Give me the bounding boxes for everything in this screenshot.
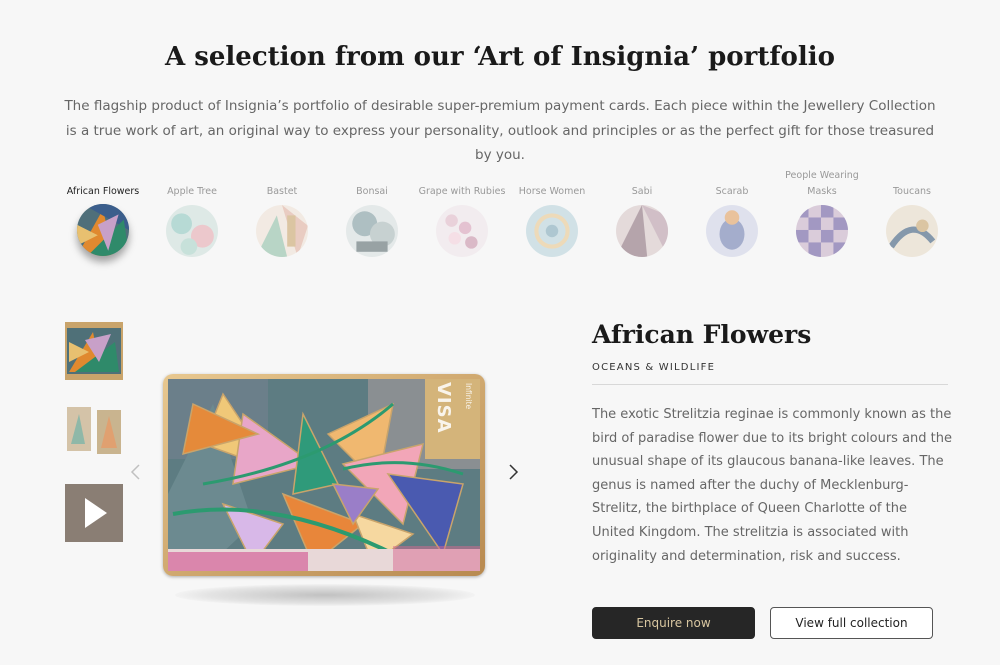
card-tier: Infinite bbox=[464, 383, 473, 410]
swatch-bastet[interactable]: Bastet bbox=[237, 160, 327, 270]
grape-with-rubies-thumbnail bbox=[436, 205, 488, 257]
swatch-label: Grape with Rubies bbox=[418, 186, 506, 197]
swatch-grape-with-rubies[interactable]: Grape with Rubies bbox=[417, 160, 507, 270]
chevron-right-icon[interactable] bbox=[503, 462, 523, 482]
collection-selector: African Flowers Apple Tree Bastet Bonsai… bbox=[58, 160, 958, 270]
swatch-label: Bastet bbox=[266, 186, 298, 197]
swatch-horse-women[interactable]: Horse Women bbox=[507, 160, 597, 270]
toucans-thumbnail bbox=[886, 205, 938, 257]
page-title: A selection from our ‘Art of Insignia’ p… bbox=[165, 42, 835, 72]
swatch-label: Sabi bbox=[631, 186, 653, 197]
swatch-label: African Flowers bbox=[66, 186, 140, 197]
swatch-toucans[interactable]: Toucans bbox=[867, 160, 957, 270]
view-collection-button[interactable]: View full collection bbox=[770, 607, 933, 639]
visa-logo: VISA bbox=[433, 382, 454, 434]
chevron-left-icon[interactable] bbox=[126, 462, 146, 482]
swatch-scarab[interactable]: Scarab bbox=[687, 160, 777, 270]
people-wearing-masks-thumbnail bbox=[796, 205, 848, 257]
divider bbox=[592, 384, 948, 385]
swatch-label: Scarab bbox=[715, 186, 749, 197]
bastet-thumbnail bbox=[256, 205, 308, 257]
swatch-label: Bonsai bbox=[356, 186, 388, 197]
swatch-label: People Wearing Masks bbox=[785, 170, 859, 197]
scarab-thumbnail bbox=[706, 205, 758, 257]
african-flowers-thumbnail bbox=[77, 204, 129, 256]
product-title: African Flowers bbox=[592, 320, 812, 349]
gallery-thumb-video[interactable] bbox=[65, 484, 123, 542]
gallery-thumb-card-front[interactable] bbox=[65, 322, 123, 380]
horse-women-thumbnail bbox=[526, 205, 578, 257]
gallery-thumb-card-pair[interactable] bbox=[65, 404, 123, 462]
swatch-label: Horse Women bbox=[518, 186, 586, 197]
card-shadow bbox=[175, 584, 475, 606]
apple-tree-thumbnail bbox=[166, 205, 218, 257]
swatch-label: Toucans bbox=[892, 186, 932, 197]
swatch-sabi[interactable]: Sabi bbox=[597, 160, 687, 270]
swatch-label: Apple Tree bbox=[167, 186, 217, 197]
sabi-thumbnail bbox=[616, 205, 668, 257]
swatch-african-flowers[interactable]: African Flowers bbox=[58, 160, 148, 270]
bonsai-thumbnail bbox=[346, 205, 398, 257]
enquire-button[interactable]: Enquire now bbox=[592, 607, 755, 639]
swatch-bonsai[interactable]: Bonsai bbox=[327, 160, 417, 270]
intro-text: The flagship product of Insignia’s portf… bbox=[64, 98, 936, 163]
product-category: OCEANS & WILDLIFE bbox=[592, 362, 716, 373]
swatch-people-wearing-masks[interactable]: People Wearing Masks bbox=[777, 160, 867, 270]
product-description: The exotic Strelitzia reginae is commonl… bbox=[592, 407, 953, 564]
swatch-apple-tree[interactable]: Apple Tree bbox=[147, 160, 237, 270]
